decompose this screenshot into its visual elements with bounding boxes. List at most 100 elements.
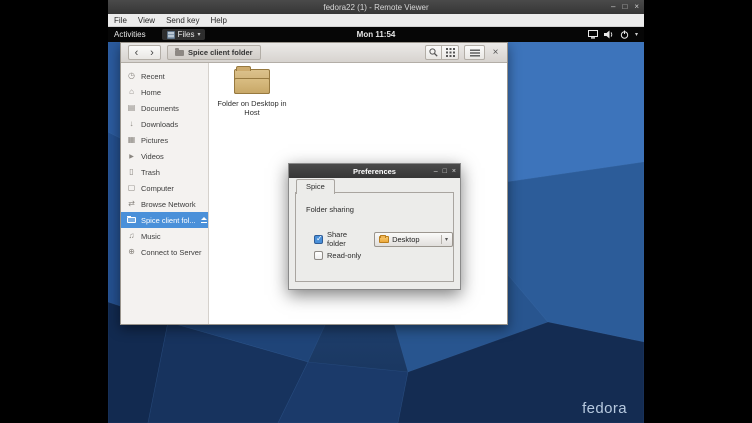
preferences-window-controls xyxy=(434,164,456,178)
sidebar-item-label: Recent xyxy=(141,72,165,81)
folder-icon xyxy=(175,50,184,56)
sidebar-item-trash[interactable]: Trash xyxy=(121,164,208,180)
folder-item-label: Folder on Desktop in Host xyxy=(217,99,287,118)
system-tray: ▾ xyxy=(588,30,638,39)
close-icon[interactable] xyxy=(452,168,456,175)
sidebar-item-label: Pictures xyxy=(141,136,168,145)
sidebar-item-label: Computer xyxy=(141,184,174,193)
sidebar-item-label: Spice client fol... xyxy=(141,216,196,225)
viewer-title: fedora22 (1) - Remote Viewer xyxy=(108,3,644,12)
app-menu-label: Files xyxy=(178,30,195,39)
sidebar-item-label: Documents xyxy=(141,104,179,113)
sidebar-item-documents[interactable]: Documents xyxy=(121,100,208,116)
folder-select-value: Desktop xyxy=(392,235,438,244)
breadcrumb[interactable]: Spice client folder xyxy=(167,45,261,60)
sidebar-item-browse-network[interactable]: Browse Network xyxy=(121,196,208,212)
sidebar-item-music[interactable]: Music xyxy=(121,228,208,244)
window-close-button[interactable] xyxy=(489,45,502,60)
activities-button[interactable]: Activities xyxy=(114,30,146,39)
eject-icon[interactable] xyxy=(201,217,208,223)
sidebar-item-pictures[interactable]: Pictures xyxy=(121,132,208,148)
breadcrumb-label: Spice client folder xyxy=(188,48,253,57)
downloads-icon xyxy=(127,120,136,128)
documents-icon xyxy=(127,104,136,112)
sidebar-item-label: Connect to Server xyxy=(141,248,201,257)
search-button[interactable] xyxy=(425,45,442,60)
gnome-topbar: Activities Files ▾ Mon 11:54 ▾ xyxy=(108,27,644,42)
hamburger-icon xyxy=(470,49,480,57)
folder-item[interactable]: Folder on Desktop in Host xyxy=(209,69,295,118)
volume-icon[interactable] xyxy=(604,30,614,39)
home-icon xyxy=(127,88,136,96)
close-icon[interactable] xyxy=(634,3,639,11)
sidebar-item-spice-client-folder[interactable]: Spice client fol... xyxy=(121,212,208,228)
network-icon xyxy=(127,200,136,208)
maximize-icon[interactable] xyxy=(622,3,627,11)
sidebar-item-videos[interactable]: Videos xyxy=(121,148,208,164)
power-icon[interactable] xyxy=(620,30,629,39)
app-menu-button[interactable]: Files ▾ xyxy=(162,29,206,40)
read-only-label: Read-only xyxy=(327,251,361,260)
share-folder-checkbox[interactable] xyxy=(314,235,323,244)
menu-view[interactable]: View xyxy=(138,16,155,25)
maximize-icon[interactable] xyxy=(443,168,447,175)
sidebar-item-recent[interactable]: Recent xyxy=(121,68,208,84)
desktop: fedora Spice client folder xyxy=(108,42,644,423)
sidebar-item-label: Trash xyxy=(141,168,160,177)
sidebar-item-connect-to-server[interactable]: Connect to Server xyxy=(121,244,208,260)
chevron-down-icon xyxy=(445,236,448,243)
files-headerbar: Spice client folder xyxy=(121,43,507,63)
pictures-icon xyxy=(127,136,136,144)
preferences-panel: Folder sharing Share folder Desktop xyxy=(295,192,454,282)
menu-file[interactable]: File xyxy=(114,16,127,25)
folder-icon xyxy=(234,69,270,94)
screen: fedora22 (1) - Remote Viewer File View S… xyxy=(0,0,752,423)
computer-icon xyxy=(127,184,136,192)
divider xyxy=(441,235,442,244)
read-only-row: Read-only xyxy=(314,251,361,260)
minimize-icon[interactable] xyxy=(434,168,438,175)
display-icon[interactable] xyxy=(588,30,598,39)
sidebar-item-downloads[interactable]: Downloads xyxy=(121,116,208,132)
folder-sharing-label: Folder sharing xyxy=(306,205,354,214)
folder-icon xyxy=(127,217,136,223)
grid-view-button[interactable] xyxy=(442,45,459,60)
read-only-checkbox[interactable] xyxy=(314,251,323,260)
sidebar-item-computer[interactable]: Computer xyxy=(121,180,208,196)
window-menu-button[interactable] xyxy=(464,45,485,60)
files-app-icon xyxy=(167,31,175,39)
viewer-titlebar: fedora22 (1) - Remote Viewer xyxy=(108,0,644,14)
viewer-menubar: File View Send key Help xyxy=(108,14,644,27)
chevron-down-icon[interactable]: ▾ xyxy=(635,31,638,38)
sidebar-item-label: Home xyxy=(141,88,161,97)
grid-icon xyxy=(446,48,455,57)
share-folder-row: Share folder Desktop xyxy=(314,230,453,248)
sidebar-item-home[interactable]: Home xyxy=(121,84,208,100)
sidebar-item-label: Music xyxy=(141,232,161,241)
viewer-window-controls xyxy=(611,0,639,14)
folder-icon xyxy=(379,236,389,243)
videos-icon xyxy=(127,152,136,160)
sidebar-item-label: Videos xyxy=(141,152,164,161)
search-icon xyxy=(429,48,438,57)
minimize-icon[interactable] xyxy=(611,3,615,11)
vm-screen: Activities Files ▾ Mon 11:54 ▾ xyxy=(108,27,644,423)
share-folder-label: Share folder xyxy=(327,230,365,248)
folder-select[interactable]: Desktop xyxy=(374,232,453,247)
recent-icon xyxy=(127,72,136,80)
menu-send-key[interactable]: Send key xyxy=(166,16,199,25)
preferences-titlebar: Preferences xyxy=(289,164,460,178)
remote-viewer-window: fedora22 (1) - Remote Viewer File View S… xyxy=(108,0,644,423)
tab-spice[interactable]: Spice xyxy=(296,179,335,194)
menu-help[interactable]: Help xyxy=(210,16,226,25)
sidebar-item-label: Browse Network xyxy=(141,200,196,209)
connect-icon xyxy=(127,248,136,256)
forward-button[interactable] xyxy=(144,45,161,60)
back-button[interactable] xyxy=(128,45,145,60)
sidebar-item-label: Downloads xyxy=(141,120,178,129)
fedora-logo: fedora xyxy=(582,400,627,417)
trash-icon xyxy=(127,168,136,176)
files-sidebar: Recent Home Documents xyxy=(121,63,209,324)
preferences-dialog: Preferences Spice Folder sharing Share f… xyxy=(288,163,461,290)
music-icon xyxy=(127,232,136,240)
